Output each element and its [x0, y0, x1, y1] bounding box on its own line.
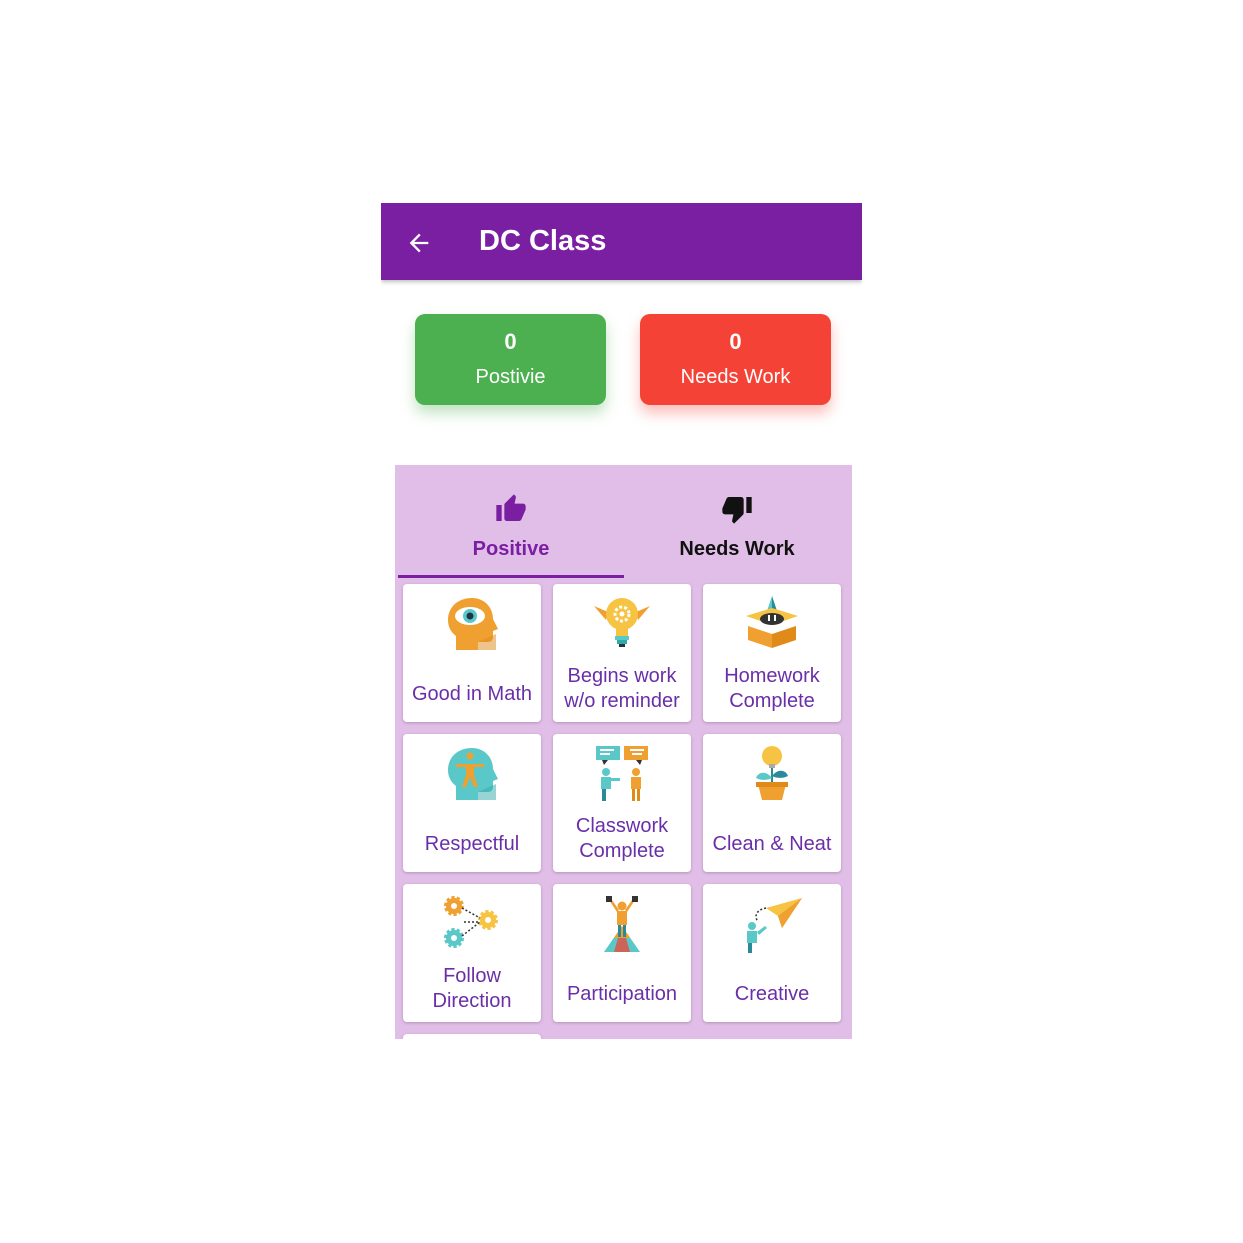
app-screen: DC Class 0 Postivie 0 Needs Work Positiv…	[381, 203, 862, 1039]
behavior-card-classwork-complete[interactable]: Classwork Complete	[553, 734, 691, 872]
behavior-label: Follow Direction	[432, 965, 512, 1012]
thumbs-down-icon	[722, 497, 752, 524]
behavior-card-respectful[interactable]: Respectful	[403, 734, 541, 872]
behavior-card-follow-direction[interactable]: Follow Direction	[403, 884, 541, 1022]
behavior-label: Clean & Neat	[712, 833, 832, 855]
gears-icon	[444, 896, 498, 948]
behavior-card-begins-work[interactable]: Begins work w/o reminder	[553, 584, 691, 722]
needs-work-count: 0	[729, 329, 742, 354]
behavior-card-partial[interactable]	[403, 1034, 541, 1039]
behavior-label: Participation	[566, 983, 678, 1005]
app-bar: DC Class	[381, 203, 862, 280]
positive-count-label: Postivie	[475, 366, 546, 388]
lightbulb-gear-icon	[594, 598, 650, 647]
open-box-icon	[746, 596, 798, 648]
person-on-peak-icon	[604, 896, 640, 952]
paper-plane-icon	[747, 898, 802, 953]
needs-work-count-label: Needs Work	[680, 366, 791, 388]
behavior-card-good-in-math[interactable]: Good in Math	[403, 584, 541, 722]
plant-bulb-icon	[756, 746, 788, 800]
head-eye-icon	[448, 598, 498, 650]
behavior-label: Begins work w/o reminder	[564, 665, 680, 712]
tab-needs-work-label: Needs Work	[679, 538, 795, 560]
people-talking-icon	[596, 746, 648, 801]
behavior-card-participation[interactable]: Participation	[553, 884, 691, 1022]
tab-needs-work[interactable]: Needs Work	[624, 465, 850, 577]
behavior-label: Homework Complete	[724, 665, 820, 712]
behavior-label: Respectful	[424, 833, 520, 855]
tab-indicator	[398, 575, 624, 578]
behavior-card-creative[interactable]: Creative	[703, 884, 841, 1022]
behavior-card-clean-neat[interactable]: Clean & Neat	[703, 734, 841, 872]
behavior-card-homework-complete[interactable]: Homework Complete	[703, 584, 841, 722]
back-button[interactable]	[403, 227, 435, 259]
tab-positive-label: Positive	[472, 538, 550, 560]
tab-positive[interactable]: Positive	[398, 465, 624, 577]
needs-work-counter: 0 Needs Work	[640, 314, 831, 405]
positive-counter: 0 Postivie	[415, 314, 606, 405]
thumbs-up-icon	[496, 494, 526, 521]
positive-count: 0	[504, 329, 517, 354]
head-person-icon	[448, 748, 498, 800]
arrow-left-icon	[409, 233, 429, 253]
behavior-label: Good in Math	[411, 683, 533, 705]
behavior-panel: Positive Needs Work Good in Math Begins …	[395, 465, 852, 1039]
behavior-label: Creative	[734, 983, 810, 1005]
behavior-label: Classwork Complete	[575, 815, 669, 862]
page-title: DC Class	[479, 225, 607, 257]
